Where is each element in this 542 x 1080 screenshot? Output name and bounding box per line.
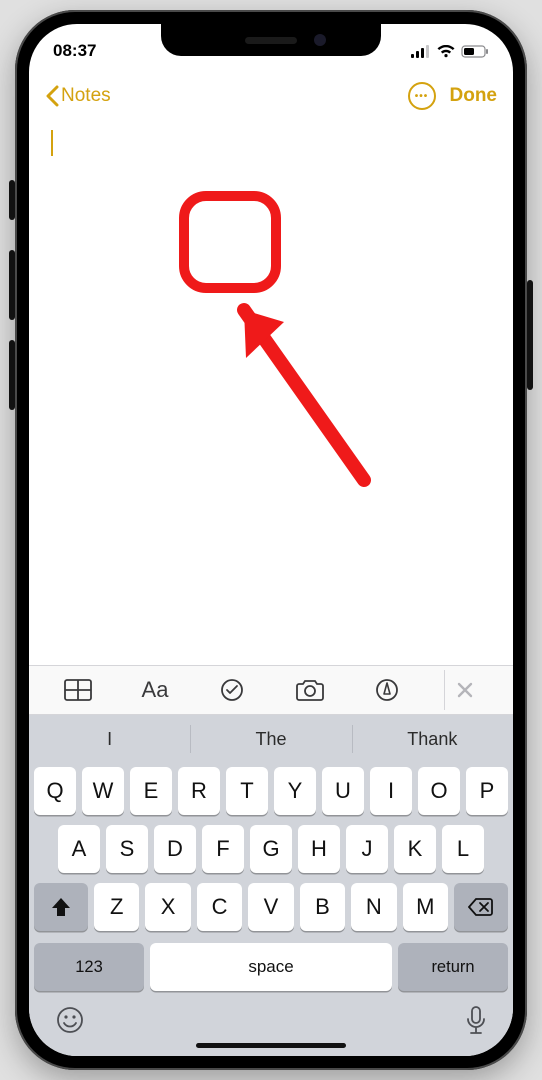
annotation-overlay <box>174 190 394 510</box>
key-u[interactable]: U <box>322 767 364 815</box>
key-g[interactable]: G <box>250 825 292 873</box>
notch <box>161 24 381 56</box>
key-i[interactable]: I <box>370 767 412 815</box>
key-p[interactable]: P <box>466 767 508 815</box>
keyboard-row-3: Z X C V B N M <box>34 883 508 931</box>
backspace-icon <box>468 897 494 917</box>
checklist-icon[interactable] <box>212 670 252 710</box>
volume-down-button <box>9 340 15 410</box>
more-button[interactable]: ••• <box>408 82 436 110</box>
key-j[interactable]: J <box>346 825 388 873</box>
phone-frame: 08:37 Notes ••• Done <box>15 10 527 1070</box>
back-label: Notes <box>61 85 111 107</box>
key-v[interactable]: V <box>248 883 293 931</box>
battery-icon <box>461 45 489 58</box>
power-button <box>527 280 533 390</box>
format-label: Aa <box>142 677 169 703</box>
key-m[interactable]: M <box>403 883 448 931</box>
keyboard-bottom-row <box>29 991 513 1042</box>
suggestion-bar: I The Thank <box>29 715 513 763</box>
dictation-button[interactable] <box>465 1005 487 1042</box>
ellipsis-icon: ••• <box>415 91 429 102</box>
wifi-icon <box>437 45 455 58</box>
numbers-key[interactable]: 123 <box>34 943 144 991</box>
key-s[interactable]: S <box>106 825 148 873</box>
key-o[interactable]: O <box>418 767 460 815</box>
key-h[interactable]: H <box>298 825 340 873</box>
camera-icon[interactable] <box>290 670 330 710</box>
key-d[interactable]: D <box>154 825 196 873</box>
note-editor[interactable] <box>29 120 513 665</box>
toolbar-close-button[interactable] <box>444 670 484 710</box>
note-format-toolbar: Aa <box>29 665 513 715</box>
microphone-icon <box>465 1005 487 1037</box>
key-r[interactable]: R <box>178 767 220 815</box>
keyboard-row-2: A S D F G H J K L <box>34 825 508 873</box>
suggestion-1[interactable]: I <box>29 715 190 763</box>
key-c[interactable]: C <box>197 883 242 931</box>
keyboard-row-4: 123 space return <box>34 941 508 991</box>
home-indicator[interactable] <box>196 1043 346 1048</box>
key-f[interactable]: F <box>202 825 244 873</box>
shift-key[interactable] <box>34 883 88 931</box>
done-button[interactable]: Done <box>450 85 498 107</box>
key-n[interactable]: N <box>351 883 396 931</box>
key-k[interactable]: K <box>394 825 436 873</box>
status-time: 08:37 <box>53 41 96 61</box>
space-key[interactable]: space <box>150 943 392 991</box>
key-x[interactable]: X <box>145 883 190 931</box>
close-icon <box>457 682 473 698</box>
key-b[interactable]: B <box>300 883 345 931</box>
key-a[interactable]: A <box>58 825 100 873</box>
screen: 08:37 Notes ••• Done <box>29 24 513 1056</box>
status-icons <box>411 45 489 58</box>
key-l[interactable]: L <box>442 825 484 873</box>
backspace-key[interactable] <box>454 883 508 931</box>
key-t[interactable]: T <box>226 767 268 815</box>
emoji-button[interactable] <box>55 1005 85 1042</box>
return-key[interactable]: return <box>398 943 508 991</box>
shift-icon <box>50 896 72 918</box>
suggestion-2[interactable]: The <box>190 715 351 763</box>
format-icon[interactable]: Aa <box>135 670 175 710</box>
table-icon[interactable] <box>58 670 98 710</box>
mute-switch <box>9 180 15 220</box>
keyboard: I The Thank Q W E R T Y U I O P <box>29 715 513 1056</box>
key-y[interactable]: Y <box>274 767 316 815</box>
cellular-icon <box>411 45 431 58</box>
volume-up-button <box>9 250 15 320</box>
nav-bar: Notes ••• Done <box>29 72 513 120</box>
key-w[interactable]: W <box>82 767 124 815</box>
keyboard-row-1: Q W E R T Y U I O P <box>34 767 508 815</box>
suggestion-3[interactable]: Thank <box>352 715 513 763</box>
markup-icon[interactable] <box>367 670 407 710</box>
back-button[interactable]: Notes <box>45 85 111 107</box>
key-q[interactable]: Q <box>34 767 76 815</box>
emoji-icon <box>55 1005 85 1035</box>
key-z[interactable]: Z <box>94 883 139 931</box>
key-e[interactable]: E <box>130 767 172 815</box>
chevron-left-icon <box>45 85 59 107</box>
text-cursor <box>51 130 53 156</box>
